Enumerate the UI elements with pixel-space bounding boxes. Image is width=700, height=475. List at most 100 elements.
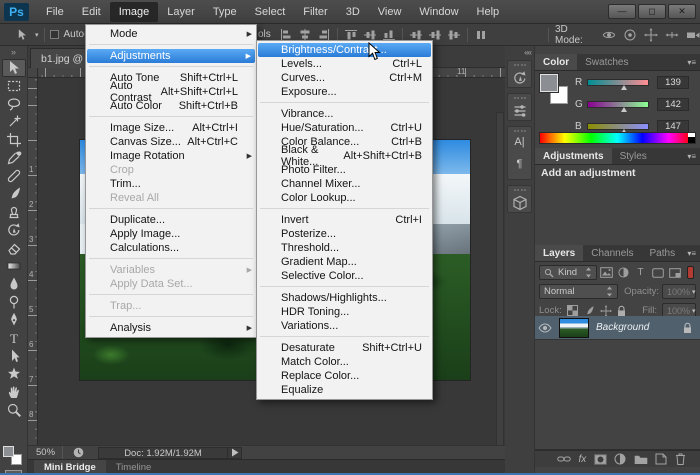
gradient-tool[interactable] <box>2 257 26 275</box>
shape-tool[interactable] <box>2 365 26 383</box>
color-ramp[interactable] <box>539 132 696 144</box>
invert-menu-item[interactable]: InvertCtrl+I <box>257 213 432 227</box>
scale-3d-icon[interactable] <box>686 28 700 42</box>
tab-swatches[interactable]: Swatches <box>577 54 636 70</box>
hdr-toning-menu-item[interactable]: HDR Toning... <box>257 305 432 319</box>
dist-middle-icon[interactable] <box>429 29 441 41</box>
trim-menu-item[interactable]: Trim... <box>86 177 256 191</box>
align-right-icon[interactable] <box>318 29 330 41</box>
photo-filter-menu-item[interactable]: Photo Filter... <box>257 163 432 177</box>
red-slider[interactable] <box>587 79 649 86</box>
eraser-tool[interactable] <box>2 239 26 257</box>
tab-paths[interactable]: Paths <box>642 245 684 261</box>
mode-menu-item[interactable]: Mode▶ <box>86 27 256 41</box>
dodge-tool[interactable] <box>2 293 26 311</box>
green-slider-thumb[interactable] <box>621 107 627 112</box>
shadows-highlights-menu-item[interactable]: Shadows/Highlights... <box>257 291 432 305</box>
calculations-menu-item[interactable]: Calculations... <box>86 241 256 255</box>
align-top-icon[interactable] <box>345 29 357 41</box>
paragraph-panel-button[interactable]: ¶ <box>517 158 523 170</box>
tab-layers[interactable]: Layers <box>535 245 583 261</box>
menubar-item-filter[interactable]: Filter <box>294 2 336 22</box>
add-mask-icon[interactable] <box>594 454 607 465</box>
panel-menu-icon[interactable]: ▾≡ <box>687 245 700 261</box>
duplicate-menu-item[interactable]: Duplicate... <box>86 213 256 227</box>
zoom-level-field[interactable]: 50% <box>28 447 62 458</box>
menubar-item-edit[interactable]: Edit <box>73 2 110 22</box>
color-swatches[interactable] <box>3 446 25 466</box>
filter-adjustment-layers-icon[interactable] <box>616 266 631 280</box>
link-layers-icon[interactable] <box>557 455 571 463</box>
menubar-item-3d[interactable]: 3D <box>337 2 369 22</box>
red-slider-thumb[interactable] <box>621 85 627 90</box>
expand-panels-icon[interactable]: «« <box>524 48 531 57</box>
dist-bottom-icon[interactable] <box>448 29 460 41</box>
green-slider[interactable] <box>587 101 649 108</box>
channel-mixer-menu-item[interactable]: Channel Mixer... <box>257 177 432 191</box>
layer-name[interactable]: Background <box>596 322 649 333</box>
blue-value-field[interactable]: 147 <box>657 120 689 133</box>
variations-menu-item[interactable]: Variations... <box>257 319 432 333</box>
layer-filter-kind-dropdown[interactable]: Kind <box>539 265 597 280</box>
minimize-button[interactable]: — <box>608 4 636 19</box>
panel-menu-icon[interactable]: ▾≡ <box>687 148 700 164</box>
history-brush-tool[interactable] <box>2 221 26 239</box>
crop-tool[interactable] <box>2 131 26 149</box>
selective-color-menu-item[interactable]: Selective Color... <box>257 269 432 283</box>
align-center-h-icon[interactable] <box>299 29 311 41</box>
screen-mode-button[interactable] <box>5 470 22 475</box>
close-button[interactable]: ✕ <box>668 4 696 19</box>
replace-color-menu-item[interactable]: Replace Color... <box>257 369 432 383</box>
equalize-menu-item[interactable]: Equalize <box>257 383 432 397</box>
desaturate-menu-item[interactable]: DesaturateShift+Ctrl+U <box>257 341 432 355</box>
color-lookup-menu-item[interactable]: Color Lookup... <box>257 191 432 205</box>
marquee-tool[interactable] <box>2 77 26 95</box>
toolbar-collapse-icon[interactable]: » <box>0 46 27 59</box>
properties-panel-button[interactable] <box>507 93 532 121</box>
menubar-item-help[interactable]: Help <box>468 2 509 22</box>
tab-adjustments[interactable]: Adjustments <box>535 148 612 164</box>
pan-3d-icon[interactable] <box>644 28 658 42</box>
layer-thumbnail[interactable] <box>559 318 589 338</box>
analysis-menu-item[interactable]: Analysis▶ <box>86 321 256 335</box>
filter-smart-objects-icon[interactable] <box>667 266 682 280</box>
new-layer-icon[interactable] <box>655 453 667 465</box>
threshold-menu-item[interactable]: Threshold... <box>257 241 432 255</box>
history-panel-button[interactable] <box>507 60 532 88</box>
3d-panel-button[interactable] <box>507 185 532 213</box>
layer-style-fx-icon[interactable]: fx <box>579 454 587 465</box>
wand-tool[interactable] <box>2 113 26 131</box>
status-options-button[interactable] <box>228 447 242 459</box>
tab-timeline[interactable]: Timeline <box>106 460 162 473</box>
black-white-menu-item[interactable]: Black & White...Alt+Shift+Ctrl+B <box>257 149 432 163</box>
gradient-map-menu-item[interactable]: Gradient Map... <box>257 255 432 269</box>
layer-row-background[interactable]: Background <box>535 316 700 340</box>
filter-shape-layers-icon[interactable] <box>650 266 665 280</box>
menubar-item-select[interactable]: Select <box>246 2 295 22</box>
menubar-item-file[interactable]: File <box>37 2 73 22</box>
green-value-field[interactable]: 142 <box>657 98 689 111</box>
visibility-eye-icon[interactable] <box>538 323 552 333</box>
stamp-tool[interactable] <box>2 203 26 221</box>
menubar-item-image[interactable]: Image <box>110 2 159 22</box>
menubar-item-layer[interactable]: Layer <box>158 2 204 22</box>
tool-preset-caret-icon[interactable]: ▾ <box>35 31 39 39</box>
menubar-item-window[interactable]: Window <box>410 2 467 22</box>
new-adjustment-layer-icon[interactable] <box>614 453 626 465</box>
new-group-icon[interactable] <box>634 454 648 465</box>
filter-type-layers-icon[interactable]: T <box>633 266 648 280</box>
orbit-3d-icon[interactable] <box>602 28 616 42</box>
menubar-item-type[interactable]: Type <box>204 2 246 22</box>
foreground-color-swatch[interactable] <box>3 446 14 457</box>
panel-menu-icon[interactable]: ▾≡ <box>687 54 700 70</box>
move-tool[interactable] <box>2 59 26 77</box>
apply-image-menu-item[interactable]: Apply Image... <box>86 227 256 241</box>
layer-filtering-toggle[interactable] <box>687 266 694 279</box>
vertical-scrollbar[interactable] <box>496 112 504 445</box>
hand-tool[interactable] <box>2 383 26 401</box>
slide-3d-icon[interactable] <box>665 28 679 42</box>
image-rotation-menu-item[interactable]: Image Rotation▶ <box>86 149 256 163</box>
delete-layer-icon[interactable] <box>675 453 686 465</box>
dist-pair-icon[interactable] <box>475 29 487 41</box>
levels-menu-item[interactable]: Levels...Ctrl+L <box>257 57 432 71</box>
